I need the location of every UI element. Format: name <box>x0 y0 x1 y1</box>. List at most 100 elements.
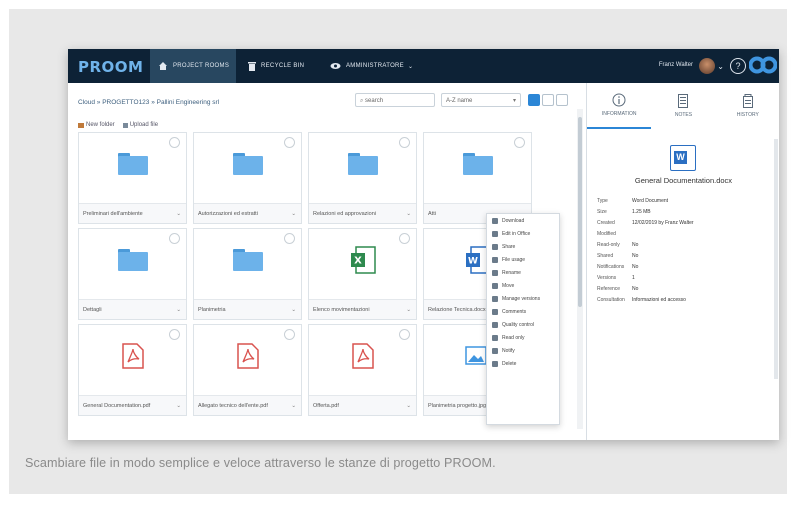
help-icon[interactable]: ? <box>730 58 746 74</box>
chevron-down-icon[interactable]: ⌄ <box>176 300 181 319</box>
property-row: Read-only No <box>597 239 694 250</box>
chevron-down-icon[interactable]: ⌄ <box>406 396 411 415</box>
context-menu-item[interactable]: File usage <box>487 253 559 266</box>
property-value: Informazioni ed accesso <box>632 296 686 303</box>
chevron-down-icon[interactable]: ⌄ <box>291 396 296 415</box>
file-name-label: Dettagli <box>83 307 102 313</box>
context-menu-item[interactable]: Rename <box>487 266 559 279</box>
history-icon <box>742 94 753 108</box>
new-folder-button[interactable]: New folder <box>78 122 115 128</box>
chevron-down-icon[interactable]: ⌄ <box>291 204 296 223</box>
sort-select[interactable]: A-Z name ▾ <box>441 93 521 107</box>
file-card[interactable]: General Documentation.pdf ⌄ <box>78 324 187 416</box>
excel-file-icon: X <box>350 246 376 274</box>
app-screenshot: PROOM PROJECT ROOMS RECYCLE BIN AMMINIST… <box>68 49 779 440</box>
context-menu-label: Quality control <box>502 321 534 328</box>
context-menu-item[interactable]: Edit in Office <box>487 227 559 240</box>
file-name: Dettagli ⌄ <box>79 299 186 319</box>
file-name: Planimetria ⌄ <box>194 299 301 319</box>
chevron-down-icon[interactable]: ⌄ <box>291 300 296 319</box>
chevron-down-icon[interactable]: ⌄ <box>176 396 181 415</box>
tab-information[interactable]: INFORMATION <box>587 83 652 129</box>
context-menu-item[interactable]: Move <box>487 279 559 292</box>
file-card[interactable]: Offerta.pdf ⌄ <box>308 324 417 416</box>
context-menu-item[interactable]: Comments <box>487 305 559 318</box>
select-checkbox[interactable] <box>169 329 180 340</box>
select-checkbox[interactable] <box>284 233 295 244</box>
select-checkbox[interactable] <box>284 137 295 148</box>
context-menu-label: Move <box>502 282 515 289</box>
select-checkbox[interactable] <box>399 137 410 148</box>
context-menu-item[interactable]: Share <box>487 240 559 253</box>
file-name-label: Autorizzazioni ed estratti <box>198 211 258 217</box>
context-menu-item[interactable]: Delete <box>487 357 559 370</box>
property-row: Versions 1 <box>597 272 694 283</box>
nav-recycle-bin[interactable]: RECYCLE BIN <box>248 49 318 83</box>
select-checkbox[interactable] <box>169 137 180 148</box>
file-card[interactable]: Dettagli ⌄ <box>78 228 187 320</box>
breadcrumb[interactable]: Cloud » PROGETTO123 » Pallini Engineerin… <box>78 99 219 106</box>
file-card[interactable]: Preliminari dell'ambiente ⌄ <box>78 132 187 224</box>
context-menu-label: Comments <box>502 308 527 315</box>
context-menu-item[interactable]: Quality control <box>487 318 559 331</box>
file-name: Relazioni ed approvazioni ⌄ <box>309 203 416 223</box>
grid-view-button[interactable] <box>528 94 540 106</box>
user-name[interactable]: Franz Walter <box>659 62 693 68</box>
panel-scrollbar[interactable] <box>774 139 778 379</box>
folder-icon <box>117 153 148 175</box>
scrollbar-thumb[interactable] <box>578 117 582 307</box>
tab-notes[interactable]: NOTES <box>651 83 715 129</box>
file-card[interactable]: Planimetria ⌄ <box>193 228 302 320</box>
new-folder-label: New folder <box>86 122 115 128</box>
chevron-down-icon[interactable]: ⌄ <box>717 62 724 71</box>
property-row: Created 12/02/2019 by Franz Walter <box>597 217 694 228</box>
context-menu-item[interactable]: Download <box>487 214 559 227</box>
list-view-button[interactable] <box>542 94 554 106</box>
chevron-down-icon[interactable]: ⌄ <box>406 300 411 319</box>
file-name-label: Allegato tecnico dell'ente.pdf <box>198 403 268 409</box>
property-row: Notifications No <box>597 261 694 272</box>
context-menu-item[interactable]: Notify <box>487 344 559 357</box>
file-card[interactable]: Atti⌄ <box>423 132 532 224</box>
folder-icon <box>117 249 148 271</box>
search-input[interactable]: ⌕ search <box>355 93 435 107</box>
file-card[interactable]: Allegato tecnico dell'ente.pdf ⌄ <box>193 324 302 416</box>
proom-logo: PROOM <box>78 58 144 76</box>
file-card[interactable]: X Elenco movimentazioni ⌄ <box>308 228 417 320</box>
nav-project-rooms[interactable]: PROJECT ROOMS <box>150 49 236 83</box>
property-key: Type <box>597 197 608 204</box>
chevron-down-icon[interactable]: ⌄ <box>406 204 411 223</box>
select-checkbox[interactable] <box>399 329 410 340</box>
context-menu-item[interactable]: Read only <box>487 331 559 344</box>
chevron-down-icon: ⌄ <box>407 63 414 70</box>
file-name-label: Preliminari dell'ambiente <box>83 211 143 217</box>
property-value: No <box>632 241 639 248</box>
select-checkbox[interactable] <box>514 137 525 148</box>
select-checkbox[interactable] <box>284 329 295 340</box>
avatar[interactable] <box>699 58 715 74</box>
file-name: Preliminari dell'ambiente ⌄ <box>79 203 186 223</box>
file-name-label: Planimetria progetto.jpg <box>428 403 487 409</box>
context-menu-item[interactable]: Manage versions <box>487 292 559 305</box>
upload-button[interactable]: Upload file <box>122 122 158 128</box>
property-value: 12/02/2019 by Franz Walter <box>632 219 694 226</box>
tab-history[interactable]: HISTORY <box>716 83 779 129</box>
chevron-down-icon[interactable]: ⌄ <box>176 204 181 223</box>
menu-item-icon <box>492 334 498 341</box>
property-value: No <box>632 263 639 270</box>
tab-history-label: HISTORY <box>736 112 759 118</box>
detail-view-button[interactable] <box>556 94 568 106</box>
property-value: No <box>632 252 639 259</box>
folder-icon <box>347 153 378 175</box>
grid-scrollbar[interactable] <box>577 109 583 429</box>
context-menu-label: Manage versions <box>502 295 541 302</box>
select-checkbox[interactable] <box>399 233 410 244</box>
property-row: Type Word Document <box>597 195 694 206</box>
svg-text:X: X <box>354 256 362 267</box>
file-card[interactable]: Relazioni ed approvazioni ⌄ <box>308 132 417 224</box>
file-card[interactable]: Autorizzazioni ed estratti ⌄ <box>193 132 302 224</box>
file-name: Offerta.pdf ⌄ <box>309 395 416 415</box>
select-checkbox[interactable] <box>169 233 180 244</box>
nav-amministratore[interactable]: AMMINISTRATORE ⌄ <box>330 49 430 83</box>
property-key: Consultation <box>597 296 625 303</box>
